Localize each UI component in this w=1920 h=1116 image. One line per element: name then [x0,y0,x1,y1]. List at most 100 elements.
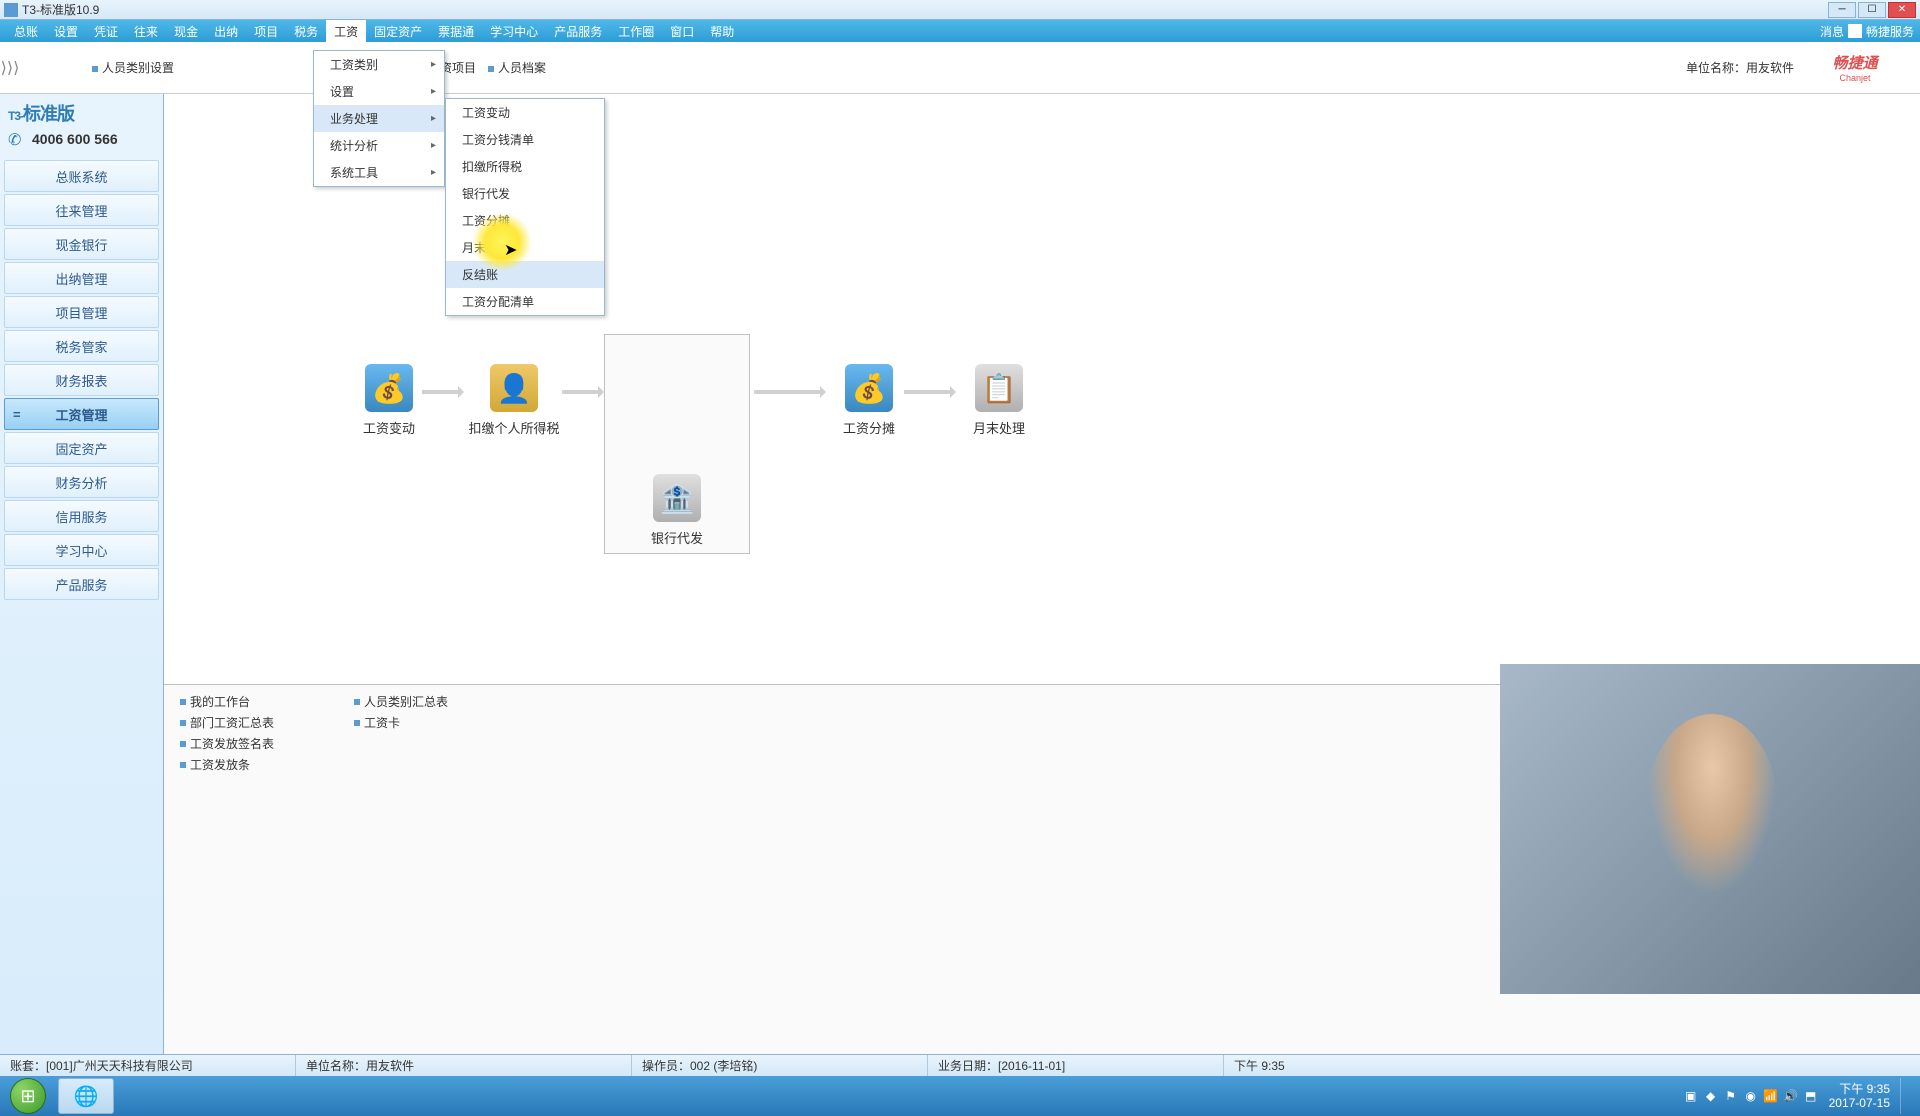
menu-general-ledger[interactable]: 总账 [6,20,46,43]
dd-tax-withhold[interactable]: 扣缴所得税 [446,153,604,180]
taskbar-app-t3[interactable]: 🌐 [58,1078,114,1114]
flow-node-tax-deduct[interactable]: 👤 扣缴个人所得税 [464,364,564,437]
flow-node-salary-change[interactable]: 💰 工资变动 [354,364,424,437]
dd-salary-allocate[interactable]: 工资分摊 [446,207,604,234]
link-dept-salary-summary[interactable]: 部门工资汇总表 [180,714,274,731]
menu-cash[interactable]: 现金 [166,20,206,43]
taskbar-clock[interactable]: 下午 9:35 2017-07-15 [1829,1082,1890,1111]
dd-salary-cash-list[interactable]: 工资分钱清单 [446,126,604,153]
support-phone: ✆ 4006 600 566 [8,130,155,148]
menu-bill[interactable]: 票据通 [430,20,482,43]
flow-node-month-end[interactable]: 📋 月末处理 [964,364,1034,437]
menu-salary[interactable]: 工资 [326,20,366,43]
status-time: 下午 9:35 [1224,1055,1920,1076]
service-icon [1848,24,1862,38]
tray-volume-icon[interactable]: 🔊 [1783,1088,1799,1104]
link-my-workbench[interactable]: 我的工作台 [180,693,274,710]
dd-reverse-close[interactable]: 反结账 [446,261,604,288]
toolbar-handle[interactable]: ⟩⟩⟩ [0,42,20,93]
dd-bank-payment[interactable]: 银行代发 [446,180,604,207]
messages-link[interactable]: 消息 [1820,23,1844,40]
dd-business-process[interactable]: 业务处理 [314,105,444,132]
nav-fixed-assets[interactable]: 固定资产 [4,432,159,464]
menu-products[interactable]: 产品服务 [546,20,610,43]
toolbar-link-person-file[interactable]: 人员档案 [488,59,546,76]
system-tray: ▣ ◆ ⚑ ◉ 📶 🔊 ⬒ 下午 9:35 2017-07-15 [1683,1078,1920,1114]
nav-salary[interactable]: 工资管理 [4,398,159,430]
brand-logo: 畅捷通 Chanjet [1810,52,1900,84]
menu-learning[interactable]: 学习中心 [482,20,546,43]
dd-salary-change[interactable]: 工资变动 [446,99,604,126]
nav-cash-bank[interactable]: 现金银行 [4,228,159,260]
nav-products[interactable]: 产品服务 [4,568,159,600]
tray-icon[interactable]: ▣ [1683,1088,1699,1104]
product-title: T3-标准版 [8,100,155,126]
link-person-cat-summary[interactable]: 人员类别汇总表 [354,693,448,710]
dd-settings[interactable]: 设置 [314,78,444,105]
status-bar: 账套：[001]广州天天科技有限公司 单位名称：用友软件 操作员：002 (李培… [0,1054,1920,1076]
status-operator: 操作员：002 (李培铭) [632,1055,928,1076]
window-title: T3-标准版10.9 [22,1,1828,18]
allocate-icon: 💰 [845,364,893,412]
flow-node-salary-allocate[interactable]: 💰 工资分摊 [834,364,904,437]
maximize-button[interactable]: ☐ [1858,2,1886,18]
nav-list: 总账系统 往来管理 现金银行 出纳管理 项目管理 税务管家 财务报表 工资管理 … [0,160,163,602]
nav-project[interactable]: 项目管理 [4,296,159,328]
unit-label: 单位名称：用友软件 [1686,59,1794,76]
link-salary-slip[interactable]: 工资发放条 [180,756,274,773]
menu-fixed-assets[interactable]: 固定资产 [366,20,430,43]
menu-receivable[interactable]: 往来 [126,20,166,43]
tray-network-icon[interactable]: 📶 [1763,1088,1779,1104]
workspace: 💰 工资变动 👤 扣缴个人所得税 🏦 银行代发 💰 工资分摊 📋 月末处理 [164,94,1920,1054]
close-button[interactable]: ✕ [1888,2,1916,18]
dd-system-tools[interactable]: 系统工具 [314,159,444,186]
nav-tax[interactable]: 税务管家 [4,330,159,362]
menu-tax[interactable]: 税务 [286,20,326,43]
nav-cashier[interactable]: 出纳管理 [4,262,159,294]
window-controls: ─ ☐ ✕ [1828,2,1916,18]
tray-icon[interactable]: ⬒ [1803,1088,1819,1104]
dd-salary-alloc-list[interactable]: 工资分配清单 [446,288,604,315]
money-icon: 💰 [365,364,413,412]
link-salary-card[interactable]: 工资卡 [354,714,448,731]
nav-fin-analysis[interactable]: 财务分析 [4,466,159,498]
status-bizdate: 业务日期：[2016-11-01] [928,1055,1224,1076]
menu-voucher[interactable]: 凭证 [86,20,126,43]
menu-settings[interactable]: 设置 [46,20,86,43]
menu-help[interactable]: 帮助 [702,20,742,43]
flow-node-bank-pay[interactable]: 🏦 银行代发 [642,474,712,547]
nav-learning[interactable]: 学习中心 [4,534,159,566]
link-salary-sign-sheet[interactable]: 工资发放签名表 [180,735,274,752]
service-link[interactable]: 畅捷服务 [1866,23,1914,40]
tray-icon[interactable]: ◉ [1743,1088,1759,1104]
tray-icon[interactable]: ◆ [1703,1088,1719,1104]
menu-window[interactable]: 窗口 [662,20,702,43]
tray-icon[interactable]: ⚑ [1723,1088,1739,1104]
dd-month-end[interactable]: 月末处理 [446,234,604,261]
bank-icon: 🏦 [653,474,701,522]
nav-credit[interactable]: 信用服务 [4,500,159,532]
sidebar: T3-标准版 ✆ 4006 600 566 总账系统 往来管理 现金银行 出纳管… [0,94,164,1054]
show-desktop-button[interactable] [1900,1078,1914,1114]
person-icon: 👤 [490,364,538,412]
status-unit: 单位名称：用友软件 [296,1055,632,1076]
flow-arrow [562,390,602,394]
menu-project[interactable]: 项目 [246,20,286,43]
menu-workspace[interactable]: 工作圈 [610,20,662,43]
toolbar-link-person-category[interactable]: 人员类别设置 [92,59,174,76]
nav-general-ledger[interactable]: 总账系统 [4,160,159,192]
dd-salary-category[interactable]: 工资类别 [314,51,444,78]
flow-arrow [904,390,954,394]
nav-receivable[interactable]: 往来管理 [4,194,159,226]
start-button[interactable]: ⊞ [0,1076,56,1116]
windows-icon: ⊞ [10,1078,46,1114]
dd-stat-analysis[interactable]: 统计分析 [314,132,444,159]
main-area: T3-标准版 ✆ 4006 600 566 总账系统 往来管理 现金银行 出纳管… [0,94,1920,1054]
flow-arrow [754,390,824,394]
sidebar-header: T3-标准版 ✆ 4006 600 566 [0,94,163,154]
webcam-overlay [1500,664,1920,994]
menu-cashier[interactable]: 出纳 [206,20,246,43]
minimize-button[interactable]: ─ [1828,2,1856,18]
secondary-toolbar: ⟩⟩⟩ 人员类别设置 人员附加信息 工资项目 人员档案 单位名称：用友软件 畅捷… [0,42,1920,94]
nav-fin-report[interactable]: 财务报表 [4,364,159,396]
